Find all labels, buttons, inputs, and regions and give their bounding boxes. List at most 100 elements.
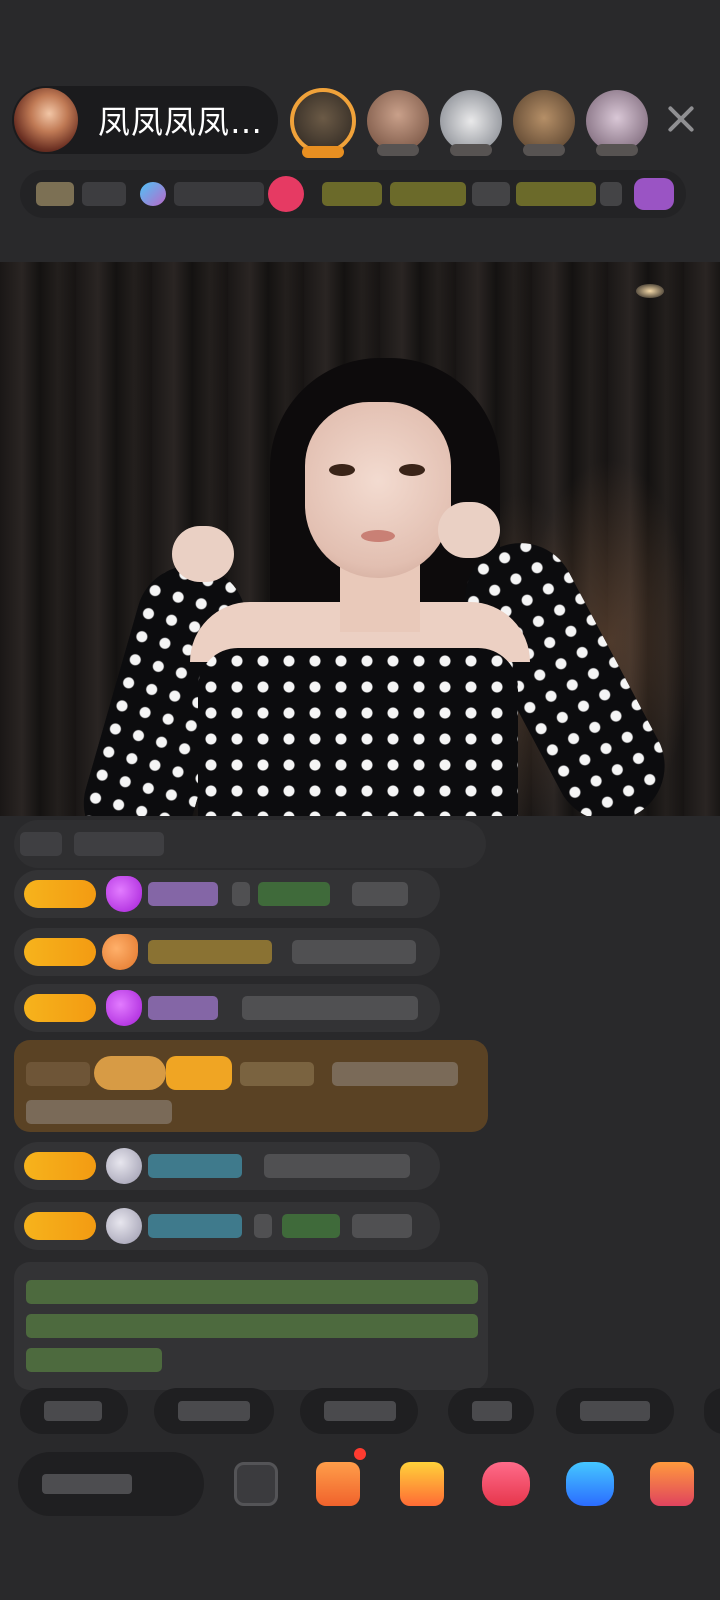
vip-badge <box>94 1056 166 1090</box>
gift-icon[interactable] <box>650 1462 694 1506</box>
streamer-figure <box>0 262 720 816</box>
username <box>148 1154 242 1178</box>
blurred-text <box>26 1062 90 1086</box>
fan-badge <box>24 938 96 966</box>
message-text <box>352 1214 412 1238</box>
bottom-toolbar <box>0 1452 720 1522</box>
streamer-face <box>305 402 451 578</box>
blurred-text <box>44 1401 102 1421</box>
username <box>148 940 272 964</box>
viewer-rank-badge <box>596 144 638 156</box>
polka-dot-top <box>198 648 518 816</box>
diamond-icon <box>106 990 142 1026</box>
viewer-avatar[interactable] <box>440 90 502 156</box>
more-icon[interactable] <box>234 1462 278 1506</box>
viewer-avatar[interactable] <box>586 90 648 156</box>
gift-box-icon[interactable] <box>316 1462 360 1506</box>
quick-reply-chip[interactable] <box>704 1388 720 1434</box>
blurred-text <box>254 1214 272 1238</box>
viewer-rank-badge <box>450 144 492 156</box>
level-badge <box>36 182 74 206</box>
close-icon[interactable] <box>664 102 698 136</box>
message-text <box>352 882 408 906</box>
live-stream-screen: 凤凤凤凤… <box>0 0 720 1600</box>
blurred-text <box>322 182 382 206</box>
username <box>258 882 330 906</box>
blurred-text <box>42 1474 132 1494</box>
fan-badge <box>166 1056 232 1090</box>
viewer-avatar[interactable] <box>513 90 575 156</box>
red-packet-icon[interactable] <box>400 1462 444 1506</box>
viewer-rank-badge <box>523 144 565 156</box>
viewer-rank-badge <box>377 144 419 156</box>
username <box>282 1214 340 1238</box>
diamond-icon <box>106 876 142 912</box>
share-icon[interactable] <box>566 1462 614 1506</box>
host-name: 凤凤凤凤… <box>98 103 264 141</box>
fan-badge <box>24 1152 96 1180</box>
activity-icon[interactable] <box>634 178 674 210</box>
viewer-rank-badge <box>302 146 344 158</box>
quick-reply-chip[interactable] <box>300 1388 418 1434</box>
message-text <box>332 1062 458 1086</box>
heart-icon[interactable] <box>482 1462 530 1506</box>
message-text <box>242 996 418 1020</box>
username <box>240 1062 314 1086</box>
system-notice <box>14 1262 488 1390</box>
fox-icon <box>102 934 138 970</box>
pk-badge-icon[interactable] <box>268 176 304 212</box>
blurred-text <box>74 832 164 856</box>
blurred-text <box>20 832 62 856</box>
host-avatar[interactable] <box>14 88 78 152</box>
message-text <box>292 940 416 964</box>
eye <box>329 464 355 476</box>
notice-text <box>26 1314 478 1338</box>
quick-reply-bar <box>0 1388 720 1436</box>
chat-message-highlight[interactable] <box>14 1040 488 1132</box>
quick-reply-chip[interactable] <box>448 1388 534 1434</box>
hourly-rank-icon <box>140 182 166 206</box>
fan-badge <box>24 880 96 908</box>
quick-reply-chip[interactable] <box>154 1388 274 1434</box>
notice-text <box>26 1348 162 1372</box>
blurred-text <box>232 882 250 906</box>
streamer-left-hand <box>172 526 234 582</box>
chat-message[interactable] <box>14 1142 440 1190</box>
eye <box>399 464 425 476</box>
fan-badge <box>24 994 96 1022</box>
blurred-text <box>390 182 466 206</box>
username <box>148 996 218 1020</box>
viewer-avatar[interactable] <box>367 90 429 156</box>
quick-reply-chip[interactable] <box>556 1388 674 1434</box>
viewer-avatar[interactable] <box>290 88 356 158</box>
streamer-right-hand <box>438 502 500 558</box>
user-avatar-icon <box>106 1208 142 1244</box>
chat-message[interactable] <box>14 984 440 1032</box>
live-video[interactable] <box>0 262 720 816</box>
comment-input[interactable] <box>18 1452 204 1516</box>
blurred-text <box>516 182 596 206</box>
user-avatar-icon <box>106 1148 142 1184</box>
lips <box>361 530 395 542</box>
message-text <box>264 1154 410 1178</box>
blurred-text <box>324 1401 396 1421</box>
quick-reply-chip[interactable] <box>20 1388 128 1434</box>
chat-message[interactable] <box>14 1202 440 1250</box>
blurred-text <box>580 1401 650 1421</box>
username <box>148 1214 242 1238</box>
chat-message[interactable] <box>14 870 440 918</box>
blurred-text <box>472 1401 512 1421</box>
notification-dot <box>354 1448 366 1460</box>
notice-text <box>26 1280 478 1304</box>
stream-info-bar[interactable] <box>20 170 686 218</box>
username <box>148 882 218 906</box>
message-text <box>26 1100 172 1124</box>
blurred-text <box>174 182 264 206</box>
host-info-pill[interactable]: 凤凤凤凤… <box>12 86 278 154</box>
chat-message[interactable] <box>14 820 486 868</box>
blurred-text <box>472 182 510 206</box>
top-viewers-list <box>290 86 659 158</box>
blurred-text <box>178 1401 250 1421</box>
blurred-text <box>600 182 622 206</box>
chat-message[interactable] <box>14 928 440 976</box>
